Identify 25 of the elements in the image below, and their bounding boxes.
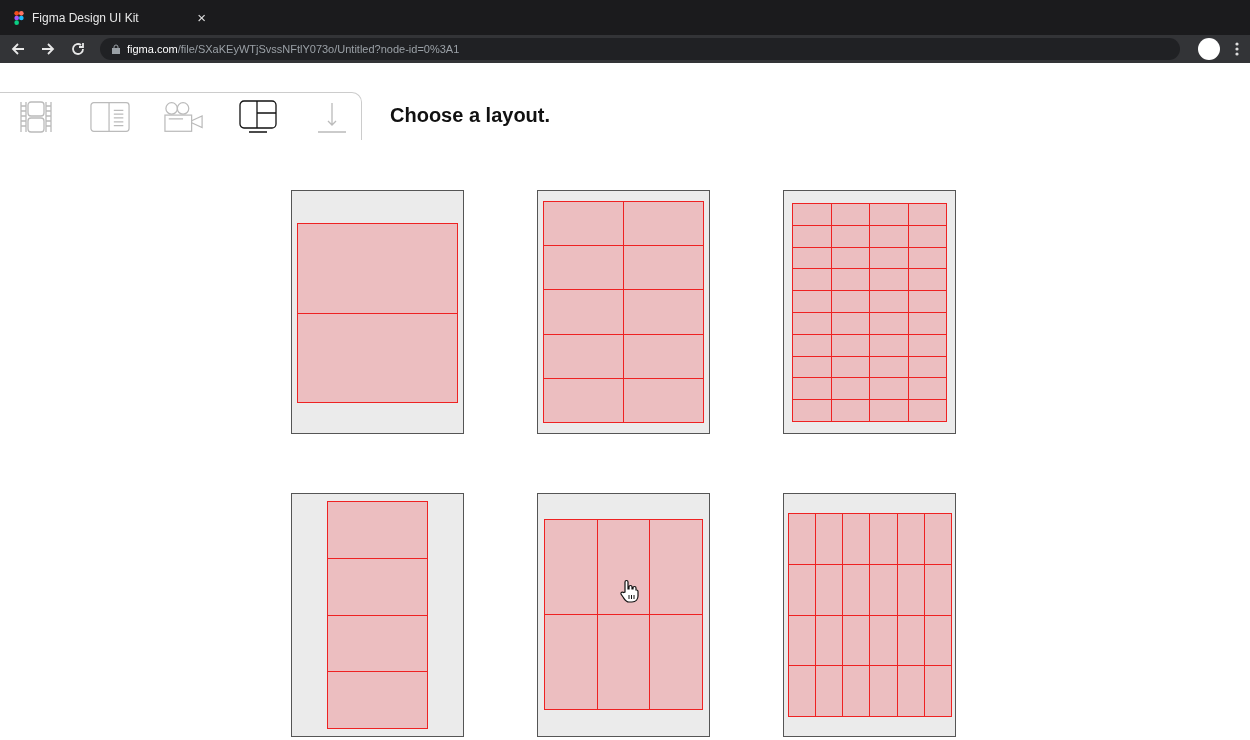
browser-tab[interactable]: Figma Design UI Kit × bbox=[8, 0, 220, 35]
menu-icon[interactable] bbox=[1234, 41, 1240, 57]
layout-option[interactable] bbox=[537, 190, 710, 434]
layout-option[interactable] bbox=[783, 493, 956, 737]
layout-option[interactable] bbox=[291, 190, 464, 434]
address-bar[interactable]: figma.com/file/SXaKEyWTjSvssNFtlY073o/Untitled?node-id=0%3A1 bbox=[100, 38, 1180, 60]
figma-logo-icon bbox=[14, 10, 24, 25]
layout-option[interactable] bbox=[291, 493, 464, 737]
reload-icon[interactable] bbox=[70, 41, 86, 57]
close-tab-button[interactable]: × bbox=[197, 9, 206, 26]
layout-icon bbox=[239, 99, 277, 134]
avatar[interactable] bbox=[1198, 38, 1220, 60]
reader-icon bbox=[90, 100, 130, 133]
forward-icon[interactable] bbox=[40, 41, 56, 57]
layout-option[interactable] bbox=[783, 190, 956, 434]
film-icon bbox=[19, 100, 53, 133]
layout-option[interactable] bbox=[537, 493, 710, 737]
tab-title: Figma Design UI Kit bbox=[32, 10, 140, 25]
download-icon bbox=[316, 100, 348, 133]
tool-button[interactable] bbox=[238, 98, 278, 135]
lock-icon bbox=[112, 44, 120, 54]
url-text: figma.com/file/SXaKEyWTjSvssNFtlY073o/Untitled?node-id=0%3A1 bbox=[127, 43, 460, 55]
back-icon[interactable] bbox=[10, 41, 26, 57]
page-heading: Choose a layout. bbox=[390, 104, 551, 127]
video-camera-icon bbox=[164, 100, 204, 133]
